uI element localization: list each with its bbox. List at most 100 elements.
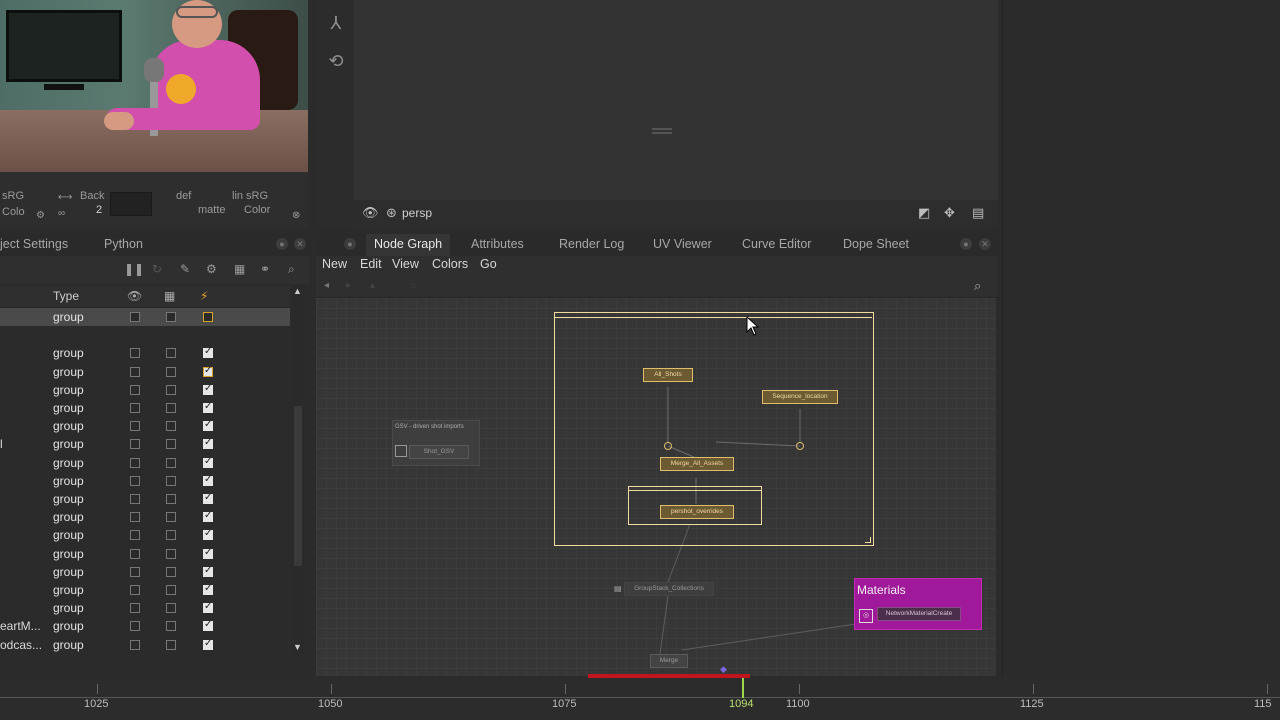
visibility-column-icon[interactable]: 👁 [127,289,142,303]
eye-icon[interactable]: 👁 [362,205,379,221]
clapper-checkbox[interactable] [166,403,176,413]
move-icon[interactable]: ✥ [944,205,955,221]
visibility-checkbox[interactable] [130,621,140,632]
left-scrollbar[interactable]: ▲ ▼ [291,286,305,656]
render-checkbox[interactable] [203,365,213,377]
link-tool-icon[interactable]: ⚭ [260,262,270,276]
table-row[interactable]: group [0,526,290,544]
visibility-checkbox[interactable] [130,585,140,595]
gear-icon[interactable]: ⚙ [206,262,217,276]
render-checkbox[interactable] [203,437,213,450]
table-row[interactable]: group [0,363,290,381]
visibility-checkbox[interactable] [130,475,140,486]
clapper-checkbox[interactable] [166,603,176,614]
clapper-checkbox[interactable] [166,439,176,450]
render-checkbox[interactable] [203,528,213,541]
menu-new[interactable]: New [322,257,347,271]
table-row[interactable]: l group [0,435,290,453]
menu-colors[interactable]: Colors [432,257,468,271]
dot-node-right[interactable] [796,442,804,450]
tab-dope-sheet[interactable]: Dope Sheet [843,237,909,251]
render-checkbox[interactable] [203,619,213,632]
ng-panel-options-icon[interactable]: ● [344,238,356,250]
table-row[interactable]: eartM... group [0,617,290,635]
tab-project-settings[interactable]: ject Settings [0,237,68,251]
def-label[interactable]: def [176,190,191,202]
pause-icon[interactable]: ❚❚ [124,262,144,276]
up-arrow-icon[interactable]: ▴ [370,280,375,291]
back-value-field[interactable] [110,192,152,216]
table-row[interactable]: odcas... group [0,636,290,654]
table-row[interactable]: group [0,508,290,526]
manipulator-axis-icon[interactable]: ⅄ [325,12,347,34]
linear-srgb-label[interactable]: lin sRG [232,190,268,202]
scroll-up-icon[interactable]: ▲ [293,286,302,296]
menu-edit[interactable]: Edit [360,257,382,271]
render-checkbox[interactable] [203,312,213,322]
node-groupstack-collections[interactable]: GroupStack_Collections [624,582,714,596]
table-row[interactable]: group [0,454,290,472]
clapper-checkbox[interactable] [166,621,176,632]
clapper-checkbox[interactable] [166,566,176,577]
visibility-checkbox[interactable] [130,548,140,559]
camera-settings-icon[interactable]: ▤ [972,205,984,221]
render-column-icon[interactable]: ⚡ [200,289,208,303]
render-checkbox[interactable] [203,510,213,523]
node-network-material-create[interactable]: NetworkMaterialCreate [877,607,961,621]
panel-close-icon[interactable]: ✕ [294,238,306,250]
tab-uv-viewer[interactable]: UV Viewer [653,237,712,251]
column-type[interactable]: Type [53,289,79,303]
render-checkbox[interactable] [203,583,213,595]
clapper-checkbox[interactable] [166,475,176,486]
node-graph-canvas[interactable]: All_Shots Sequence_location Merge_All_As… [316,298,996,676]
visibility-checkbox[interactable] [130,348,140,359]
ng-panel-float-icon[interactable]: ● [960,238,972,250]
layout-icon[interactable]: ◩ [918,205,930,221]
clapper-checkbox[interactable] [166,548,176,559]
clapper-checkbox[interactable] [166,366,176,377]
render-checkbox[interactable] [203,401,213,413]
visibility-checkbox[interactable] [130,530,140,541]
visibility-checkbox[interactable] [130,384,140,395]
visibility-checkbox[interactable] [130,312,140,322]
table-row[interactable]: group [0,581,290,599]
backdrop-materials[interactable]: Materials ◎ NetworkMaterialCreate [854,578,982,630]
settings-small-icon[interactable]: ⚙ [36,210,45,221]
node-shot-gsv[interactable]: Shot_GSV [409,445,469,459]
table-row[interactable]: group [0,545,290,563]
render-checkbox[interactable] [203,456,213,468]
visibility-checkbox[interactable] [130,457,140,468]
clapper-checkbox[interactable] [166,312,176,322]
scroll-down-icon[interactable]: ▼ [293,642,302,652]
dot-node-left[interactable] [664,442,672,450]
clapper-checkbox[interactable] [166,384,176,395]
clapper-checkbox[interactable] [166,530,176,541]
close-small-icon[interactable]: ⊗ [292,210,300,221]
left-scroll-thumb[interactable] [294,406,302,566]
refresh-icon[interactable]: ↻ [152,262,162,276]
visibility-checkbox[interactable] [130,639,140,650]
clapper-icon[interactable]: ▦ [234,262,245,276]
visibility-checkbox[interactable] [130,512,140,523]
back-arrow-icon[interactable]: ◂ [324,280,329,291]
visibility-checkbox[interactable] [130,403,140,413]
timeline-track[interactable] [0,688,1280,698]
table-row[interactable]: group [0,344,290,362]
table-row[interactable]: group [0,308,290,326]
home-icon[interactable]: ⌂ [410,280,416,291]
forward-arrow-icon[interactable]: ▸ [346,280,351,291]
node-pershot-overrides[interactable]: pershot_overrides [660,505,734,519]
srgb-label-top[interactable]: sRG [2,190,24,202]
camera-icon[interactable]: ⊛ [386,205,397,221]
table-row[interactable]: group [0,381,290,399]
panel-options-icon[interactable]: ● [276,238,288,250]
node-merge[interactable]: Merge [650,654,688,668]
clapper-checkbox[interactable] [166,348,176,359]
render-checkbox[interactable] [203,547,213,559]
ng-panel-close-icon[interactable]: ✕ [979,238,991,250]
visibility-checkbox[interactable] [130,603,140,614]
ng-search-icon[interactable]: ⌕ [974,278,981,294]
viewer-resize-handle[interactable] [652,128,672,134]
visibility-checkbox[interactable] [130,566,140,577]
camera-name[interactable]: persp [402,206,432,220]
